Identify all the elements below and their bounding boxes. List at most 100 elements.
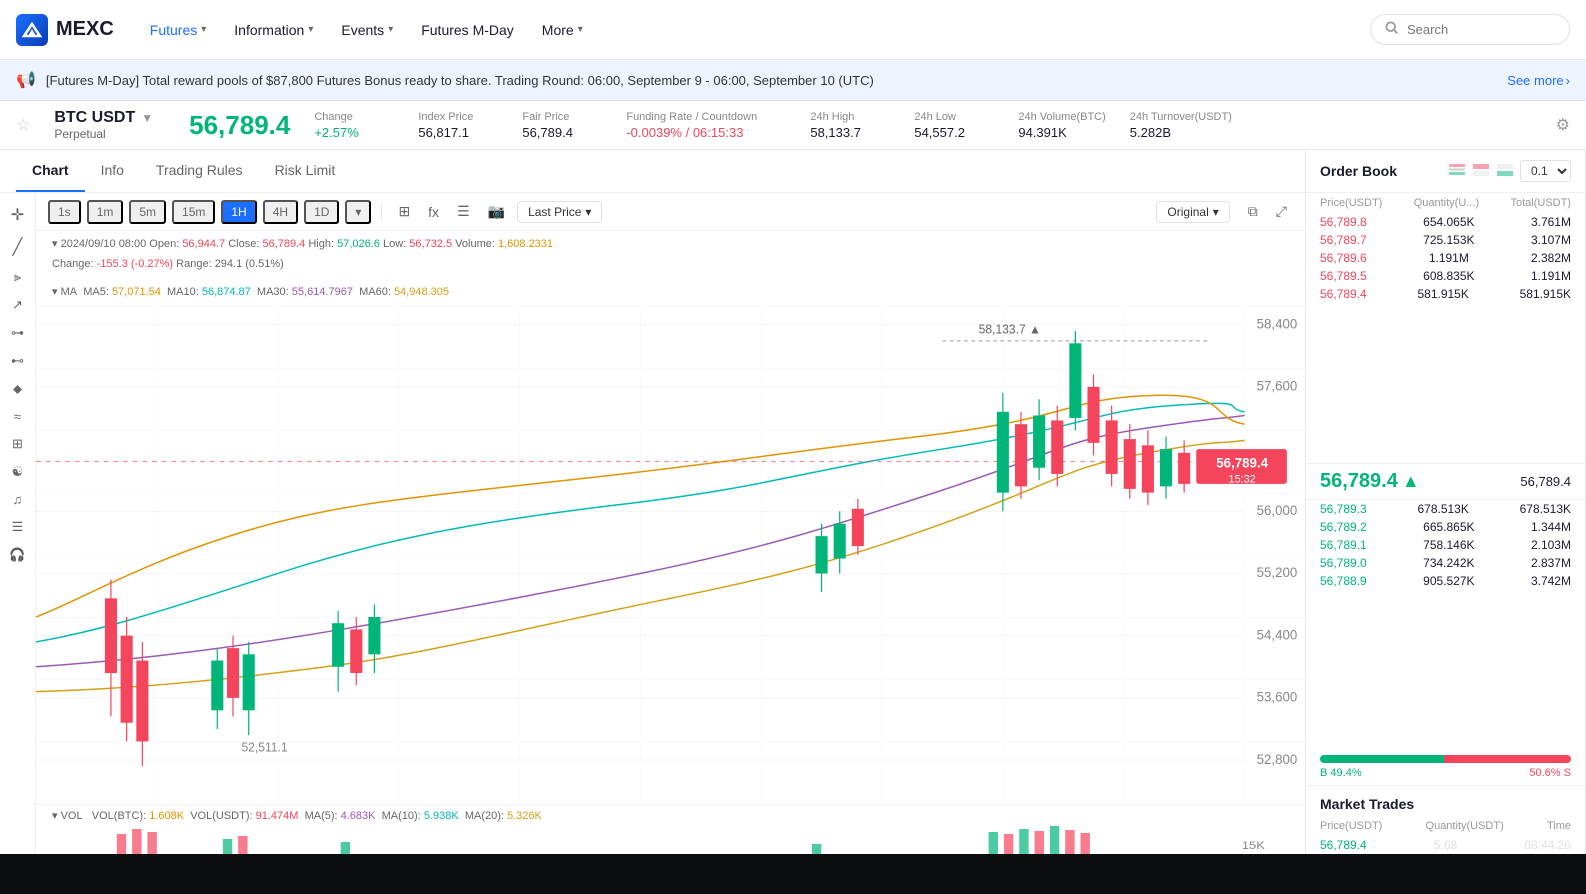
nav-more[interactable]: More ▾: [530, 16, 595, 44]
qty-precision-select[interactable]: 0.1 1 10: [1520, 160, 1571, 182]
svg-text:54,400: 54,400: [1257, 628, 1298, 643]
svg-text:15K: 15K: [1242, 839, 1265, 852]
indicator-tool[interactable]: ☯: [8, 460, 28, 484]
timeframe-1m[interactable]: 1m: [87, 200, 124, 224]
ob-bid-row[interactable]: 56,789.1 758.146K 2.103M: [1306, 536, 1585, 554]
lock-tool[interactable]: ⊶: [7, 321, 28, 345]
view-mode-selector[interactable]: Original ▾: [1156, 201, 1229, 223]
logo-icon: [16, 14, 48, 46]
indicator-icon[interactable]: fx: [422, 200, 445, 224]
camera-icon[interactable]: 📷: [482, 199, 511, 224]
tab-chart[interactable]: Chart: [16, 150, 85, 192]
search-box[interactable]: [1370, 14, 1570, 45]
announcement-banner: 📢 [Futures M-Day] Total reward pools of …: [0, 60, 1586, 101]
price-type-selector[interactable]: Last Price ▾: [517, 201, 602, 223]
svg-text:53,600: 53,600: [1257, 690, 1298, 705]
chart-range-value: 294.1 (0.51%): [215, 258, 284, 270]
music-tool[interactable]: ♫: [9, 488, 27, 511]
announcement-text: [Futures M-Day] Total reward pools of $8…: [46, 73, 1497, 88]
tab-risk-limit[interactable]: Risk Limit: [259, 150, 352, 192]
fullscreen-icon[interactable]: ⤢: [1270, 199, 1293, 224]
list-tool[interactable]: ☰: [8, 515, 28, 539]
order-book: Order Book: [1306, 150, 1586, 854]
order-book-asks: 56,789.8 654.065K 3.761M 56,789.7 725.15…: [1306, 213, 1585, 463]
timeframe-4h[interactable]: 4H: [263, 200, 298, 224]
logo[interactable]: MEXC: [16, 14, 114, 46]
ob-col-qty: Quantity(U...): [1414, 197, 1479, 209]
ma30-value: 55,614.7967: [292, 286, 353, 298]
see-more-link[interactable]: See more ›: [1507, 73, 1570, 88]
search-input[interactable]: [1407, 22, 1547, 37]
chart-canvas[interactable]: 58,400 57,600 56,000 55,200 54,400 53,60…: [36, 306, 1305, 804]
timeframe-1s[interactable]: 1s: [48, 200, 81, 224]
ticker-symbol-name[interactable]: BTC USDT ▼: [54, 109, 153, 127]
vol-btc-value: 1.608K: [149, 810, 184, 822]
candle-style-icon[interactable]: ⊞: [392, 199, 416, 224]
ob-ask-row[interactable]: 56,789.4 581.915K 581.915K: [1306, 285, 1585, 303]
chart-toolbar: 1s 1m 5m 15m 1H 4H 1D ▾ ⊞ fx ☰ 📷 Last Pr…: [36, 193, 1305, 231]
nav-futures[interactable]: Futures ▾: [138, 16, 219, 44]
ob-bid-row[interactable]: 56,789.3 678.513K 678.513K: [1306, 500, 1585, 518]
timeframe-15m[interactable]: 15m: [172, 200, 215, 224]
dot-tool[interactable]: ⬥: [9, 377, 26, 401]
order-book-layout-icons: 0.1 1 10: [1448, 160, 1571, 182]
link-tool[interactable]: ⊷: [7, 349, 28, 373]
ticker-24h-high: 24h High 58,133.7: [810, 111, 890, 140]
svg-text:58,400: 58,400: [1257, 317, 1298, 332]
volume-area: ▾ VOL VOL(BTC): 1.608K VOL(USDT): 91.474…: [36, 804, 1305, 854]
ticker-funding-rate: Funding Rate / Countdown -0.0039% / 06:1…: [626, 111, 786, 140]
market-trades-columns: Price(USDT) Quantity(USDT) Time: [1306, 816, 1585, 836]
nav-futures-mday[interactable]: Futures M-Day: [409, 16, 526, 44]
ticker-bar: ☆ BTC USDT ▼ Perpetual 56,789.4 Change +…: [0, 101, 1586, 150]
timeframe-5m[interactable]: 5m: [129, 200, 166, 224]
vol-ma20-value: 5.326K: [507, 810, 542, 822]
tab-trading-rules[interactable]: Trading Rules: [140, 150, 259, 192]
vol-ma5-value: 4.683K: [341, 810, 376, 822]
tab-info[interactable]: Info: [85, 150, 140, 192]
ticker-24h-low: 24h Low 54,557.2: [914, 111, 994, 140]
depth-buy-bar: [1320, 755, 1444, 763]
vol-ma10-value: 5.938K: [424, 810, 459, 822]
ob-layout-both-icon[interactable]: [1448, 163, 1466, 180]
search-icon: [1385, 21, 1399, 38]
events-chevron-icon: ▾: [388, 24, 393, 35]
ob-ask-row[interactable]: 56,789.7 725.153K 3.107M: [1306, 231, 1585, 249]
split-view-icon[interactable]: ⧉: [1242, 199, 1264, 224]
timeframe-more-dropdown[interactable]: ▾: [345, 200, 371, 224]
timeframe-1h[interactable]: 1H: [221, 200, 256, 224]
ob-ask-row[interactable]: 56,789.6 1.191M 2.382M: [1306, 249, 1585, 267]
price-type-chevron-icon: ▾: [585, 205, 591, 219]
nav-events[interactable]: Events ▾: [329, 16, 405, 44]
chart-low-value: 56,732.5: [409, 238, 452, 250]
ticker-symbol-type: Perpetual: [54, 127, 153, 141]
order-book-title: Order Book: [1320, 163, 1397, 179]
ob-ask-row[interactable]: 56,789.5 608.835K 1.191M: [1306, 267, 1585, 285]
pattern-tool[interactable]: ⊞: [8, 432, 27, 456]
ob-bid-row[interactable]: 56,789.2 665.865K 1.344M: [1306, 518, 1585, 536]
ob-ask-row[interactable]: 56,789.8 654.065K 3.761M: [1306, 213, 1585, 231]
zigzag-tool[interactable]: ≈: [10, 405, 25, 428]
symbol-dropdown-icon[interactable]: ▼: [141, 111, 153, 125]
ticker-settings-icon[interactable]: ⚙: [1556, 115, 1570, 135]
nav-information[interactable]: Information ▾: [222, 16, 325, 44]
chart-main-row: ✛ ╱ ⫸ ↗ ⊶ ⊷ ⬥ ≈ ⊞ ☯ ♫ ☰ 🎧 1s 1m 5: [0, 193, 1305, 854]
ob-col-total: Total(USDT): [1510, 197, 1571, 209]
ob-layout-buy-icon[interactable]: [1496, 163, 1514, 180]
timeframe-1d[interactable]: 1D: [304, 200, 339, 224]
vol-usdt-value: 91.474M: [256, 810, 299, 822]
chart-open-value: 56,944.7: [182, 238, 225, 250]
channel-tool[interactable]: ⫸: [10, 265, 25, 289]
templates-icon[interactable]: ☰: [451, 199, 476, 224]
ticker-price: 56,789.4: [189, 110, 290, 141]
ob-bid-row[interactable]: 56,788.9 905.527K 3.742M: [1306, 572, 1585, 590]
ray-tool[interactable]: ↗: [8, 293, 27, 317]
line-tool[interactable]: ╱: [9, 233, 27, 261]
crosshair-tool[interactable]: ✛: [7, 201, 28, 229]
favorite-star-icon[interactable]: ☆: [16, 115, 30, 135]
order-book-depth-labels: B 49.4% 50.6% S: [1320, 767, 1571, 779]
headphone-tool[interactable]: 🎧: [5, 543, 29, 567]
ob-bid-row[interactable]: 56,789.0 734.242K 2.837M: [1306, 554, 1585, 572]
ob-layout-sell-icon[interactable]: [1472, 163, 1490, 180]
order-book-depth-bar: [1320, 755, 1571, 763]
market-trade-row[interactable]: 56,789.4 5.68 08:44:26: [1306, 836, 1585, 854]
